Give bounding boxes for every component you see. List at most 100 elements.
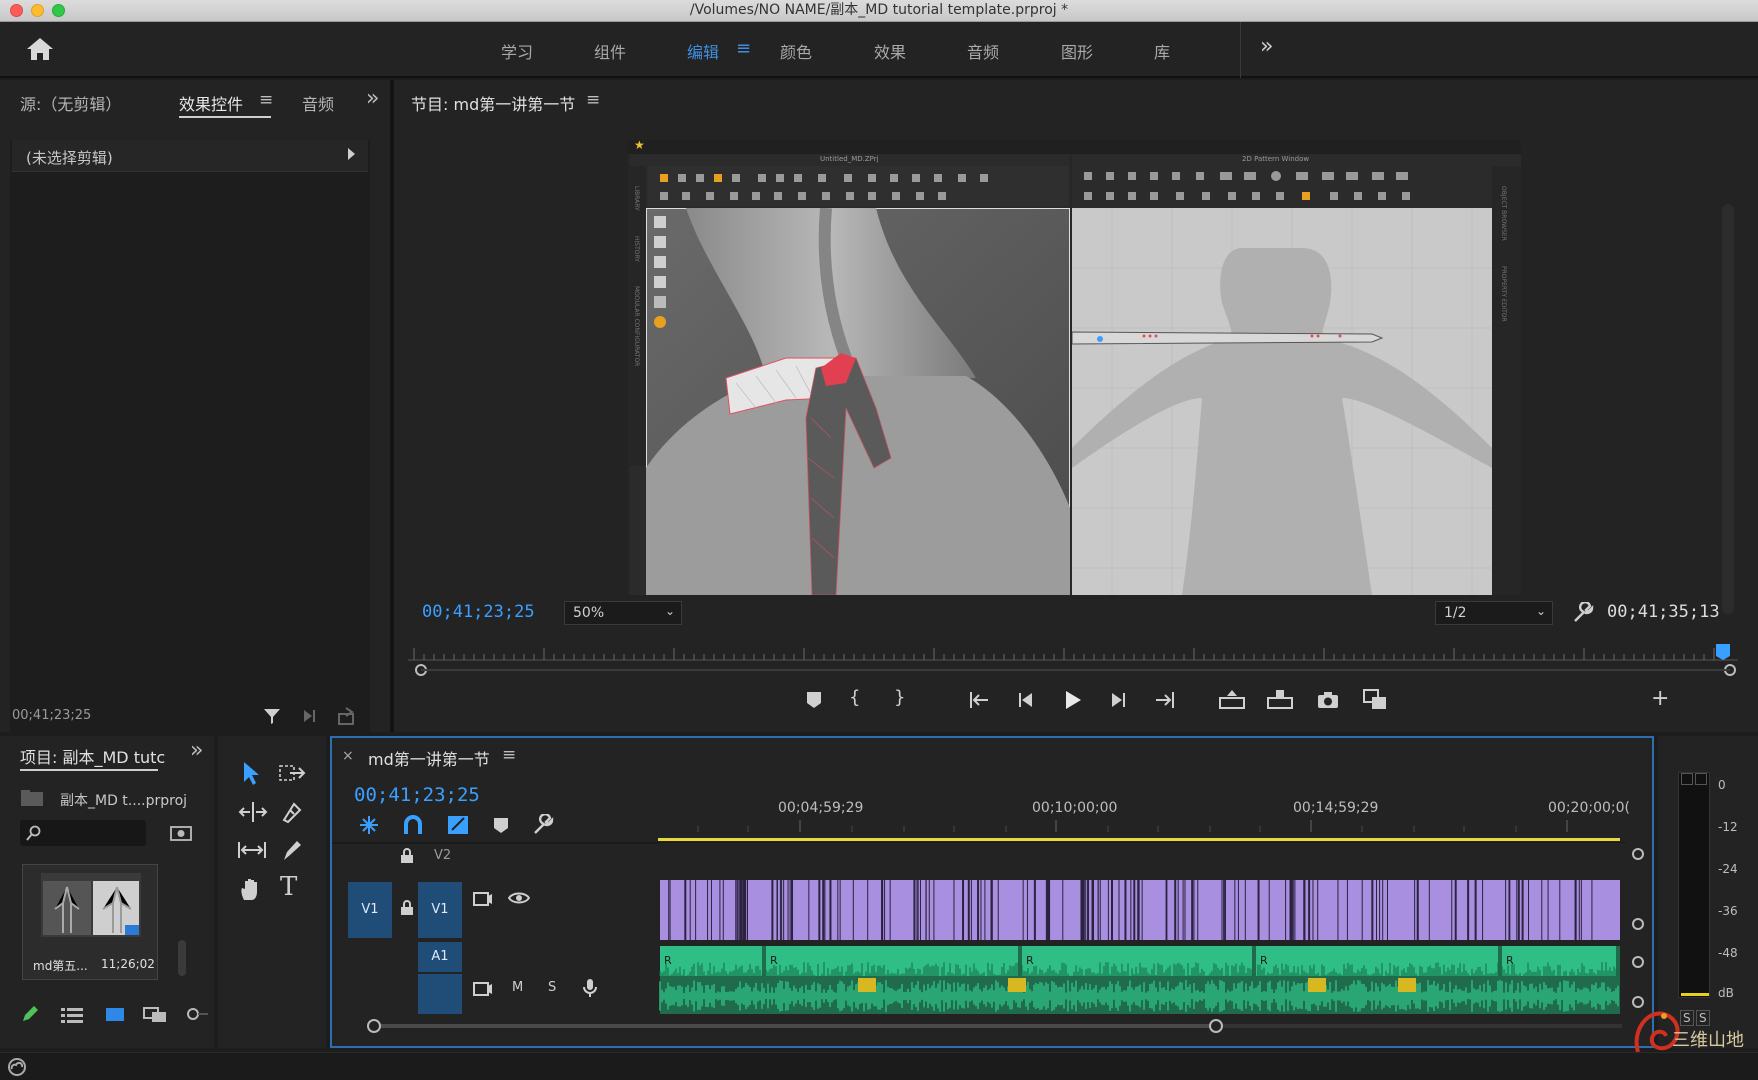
zoom-window-button[interactable]	[52, 4, 65, 17]
active-tab-underline	[179, 116, 271, 118]
selection-tool-icon[interactable]	[240, 760, 262, 786]
comparison-view-icon[interactable]	[1362, 688, 1390, 712]
solo-button[interactable]: S	[548, 980, 556, 995]
panel-overflow-icon[interactable]: »	[366, 86, 379, 111]
track-select-tool-icon[interactable]	[278, 762, 308, 784]
list-view-icon[interactable]	[60, 1006, 84, 1024]
playback-resolution-dropdown[interactable]: 1/2 ⌄	[1435, 601, 1553, 625]
nest-toggle-icon[interactable]	[358, 814, 380, 836]
a1-audio-clips[interactable]: RRRRR	[658, 944, 1622, 1016]
mark-in-icon[interactable]: {	[849, 687, 860, 708]
step-back-icon[interactable]	[1016, 690, 1038, 710]
workspace-tab-audio[interactable]: 音频	[967, 39, 999, 63]
project-scrollbar[interactable]	[178, 940, 186, 976]
hand-tool-icon[interactable]	[238, 876, 264, 902]
a1-track-target[interactable]: A1	[418, 942, 462, 972]
program-monitor-title[interactable]: 节目: md第一讲第一节	[411, 91, 575, 115]
workspace-tab-learn[interactable]: 学习	[501, 39, 533, 63]
snap-icon[interactable]	[402, 814, 424, 836]
no-clip-label: (未选择剪辑)	[26, 149, 113, 167]
v1-source-patch[interactable]: V1	[348, 882, 392, 938]
project-item-thumbnail[interactable]: md第五... 11;26;02	[22, 864, 158, 980]
expand-triangle-icon[interactable]	[348, 148, 355, 160]
type-tool-icon[interactable]: T	[280, 872, 297, 902]
workspace-tab-libraries[interactable]: 库	[1154, 39, 1170, 63]
play-audio-icon[interactable]	[300, 706, 320, 726]
pen-tool-icon[interactable]	[280, 838, 304, 862]
linked-selection-icon[interactable]	[446, 814, 470, 836]
go-to-in-icon[interactable]	[968, 690, 992, 710]
new-bin-icon[interactable]	[170, 822, 192, 842]
mark-out-icon[interactable]: }	[894, 687, 905, 708]
workspace-tab-effects[interactable]: 效果	[874, 39, 906, 63]
add-button-icon[interactable]: +	[1651, 686, 1669, 711]
close-window-button[interactable]	[10, 4, 23, 17]
step-forward-icon[interactable]	[1106, 690, 1128, 710]
v1-track-target[interactable]: V1	[418, 882, 462, 938]
program-menu-icon[interactable]: ≡	[586, 90, 600, 110]
md-2d-toolbar-icons	[1084, 171, 1410, 200]
program-time-ruler[interactable]	[394, 638, 1758, 688]
project-tab[interactable]: 项目: 副本_MD tutc	[20, 744, 165, 768]
workspace-tab-assembly[interactable]: 组件	[594, 39, 626, 63]
sequence-menu-icon[interactable]: ≡	[502, 745, 516, 765]
workspace-menu-icon[interactable]: ≡	[736, 38, 751, 59]
timeline-settings-wrench-icon[interactable]	[532, 814, 554, 836]
creative-cloud-icon[interactable]	[6, 1057, 28, 1077]
chevron-down-icon: ⌄	[1535, 604, 1546, 618]
more-workspaces-icon[interactable]: »	[1260, 34, 1273, 59]
export-icon[interactable]	[336, 706, 358, 726]
sync-lock-icon[interactable]	[472, 890, 494, 908]
zoom-slider-icon[interactable]	[186, 1006, 208, 1022]
workspace-tab-color[interactable]: 颜色	[780, 39, 812, 63]
v2-lock-icon[interactable]	[400, 848, 414, 864]
v1-video-clips[interactable]	[658, 878, 1622, 942]
panel-overflow-icon[interactable]: »	[190, 738, 203, 763]
md-star-icon: ★	[634, 138, 645, 152]
close-sequence-icon[interactable]: ×	[342, 748, 354, 764]
timeline-playhead-timecode[interactable]: 00;41;23;25	[354, 784, 480, 806]
slip-tool-icon[interactable]	[236, 838, 268, 862]
lift-icon[interactable]	[1218, 688, 1246, 710]
project-search-input[interactable]	[20, 820, 146, 846]
timeline-zoom-scrollbar[interactable]	[352, 1014, 1632, 1038]
timeline-marker-icon[interactable]	[492, 816, 510, 836]
toggle-track-output-eye-icon[interactable]	[508, 890, 530, 906]
minimize-window-button[interactable]	[31, 4, 44, 17]
wrench-icon[interactable]	[1572, 602, 1594, 624]
zoom-level-dropdown[interactable]: 50% ⌄	[564, 601, 682, 625]
play-icon[interactable]	[1062, 688, 1084, 712]
pencil-icon[interactable]	[20, 1004, 42, 1024]
v1-lock-icon[interactable]	[400, 900, 414, 916]
filter-icon[interactable]	[262, 706, 282, 726]
clip-indicator-right	[1695, 773, 1707, 785]
razor-tool-icon[interactable]	[280, 800, 304, 824]
sequence-tab[interactable]: md第一讲第一节	[368, 746, 490, 770]
tab-effect-controls[interactable]: 效果控件	[179, 91, 243, 115]
mute-button[interactable]: M	[512, 980, 523, 995]
meter-scale-0: 0	[1718, 778, 1726, 792]
ripple-edit-tool-icon[interactable]	[238, 800, 268, 824]
program-video-frame[interactable]: ★ Untitled_MD.ZPrj LIBRARY HISTORY MODUL…	[628, 138, 1521, 595]
effect-controls-menu-icon[interactable]: ≡	[259, 90, 273, 110]
a1-track-target-lower[interactable]	[418, 974, 462, 1014]
workspace-tab-graphics[interactable]: 图形	[1061, 39, 1093, 63]
extract-icon[interactable]	[1266, 688, 1294, 710]
md-2d-pattern-viewport	[1072, 208, 1492, 595]
timeline-ruler[interactable]	[658, 816, 1628, 842]
go-to-out-icon[interactable]	[1152, 690, 1176, 710]
voice-over-mic-icon[interactable]	[582, 978, 598, 998]
workspace-tab-editing[interactable]: 编辑	[687, 39, 719, 63]
program-current-timecode[interactable]: 00;41;23;25	[422, 602, 535, 622]
chevron-down-icon: ⌄	[664, 604, 675, 618]
tab-audio-mixer[interactable]: 音频	[302, 91, 334, 115]
audio-sync-lock-icon[interactable]	[472, 980, 494, 998]
freeform-view-icon[interactable]	[142, 1004, 170, 1024]
track-height-handles[interactable]	[1624, 842, 1652, 1022]
tab-source[interactable]: 源:（无剪辑）	[20, 91, 121, 115]
program-vertical-scrollbar[interactable]	[1722, 204, 1734, 614]
home-icon[interactable]	[26, 36, 54, 62]
add-marker-icon[interactable]	[804, 690, 824, 710]
camera-icon[interactable]	[1316, 690, 1340, 710]
icon-view-icon[interactable]	[104, 1004, 126, 1024]
